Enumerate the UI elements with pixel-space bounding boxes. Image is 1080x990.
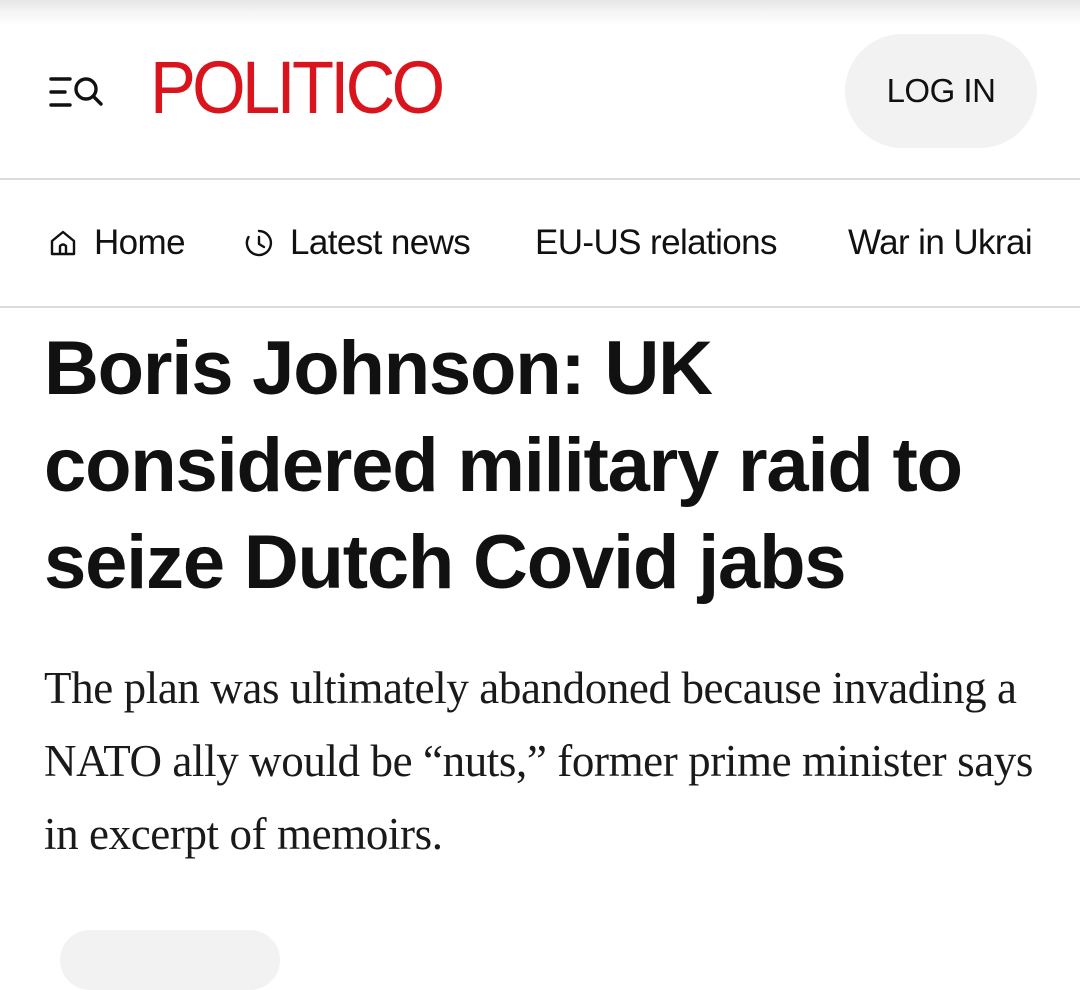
nav-fade-overlay: [1046, 180, 1080, 306]
nav-item-war-in-ukraine[interactable]: War in Ukrai: [848, 223, 1033, 263]
clock-icon: [244, 228, 274, 258]
politico-logo[interactable]: POLITICO: [150, 51, 445, 125]
nav-item-label: Latest news: [290, 223, 471, 262]
nav-item-latest-news[interactable]: Latest news: [244, 223, 471, 263]
nav-item-eu-us-relations[interactable]: EU-US relations: [535, 223, 778, 263]
login-button[interactable]: LOG IN: [845, 34, 1037, 148]
menu-search-icon: [49, 77, 103, 107]
section-nav: Home Latest news EU-US relations War in …: [0, 180, 1080, 306]
nav-item-label: EU-US relations: [535, 223, 778, 262]
nav-divider: [0, 306, 1080, 308]
article-headline: Boris Johnson: UK considered military ra…: [44, 326, 963, 605]
browser-top-shadow: [0, 0, 1080, 26]
nav-item-label: Home: [94, 223, 186, 262]
article-dek: The plan was ultimately abandoned becaus…: [44, 663, 1034, 859]
menu-search-button[interactable]: [48, 70, 104, 114]
nav-item-home[interactable]: Home: [48, 223, 186, 263]
home-icon: [48, 228, 78, 258]
site-header: POLITICO LOG IN: [0, 26, 1080, 178]
bottom-pill-button[interactable]: [60, 930, 280, 990]
nav-item-label: War in Ukrai: [848, 223, 1033, 262]
